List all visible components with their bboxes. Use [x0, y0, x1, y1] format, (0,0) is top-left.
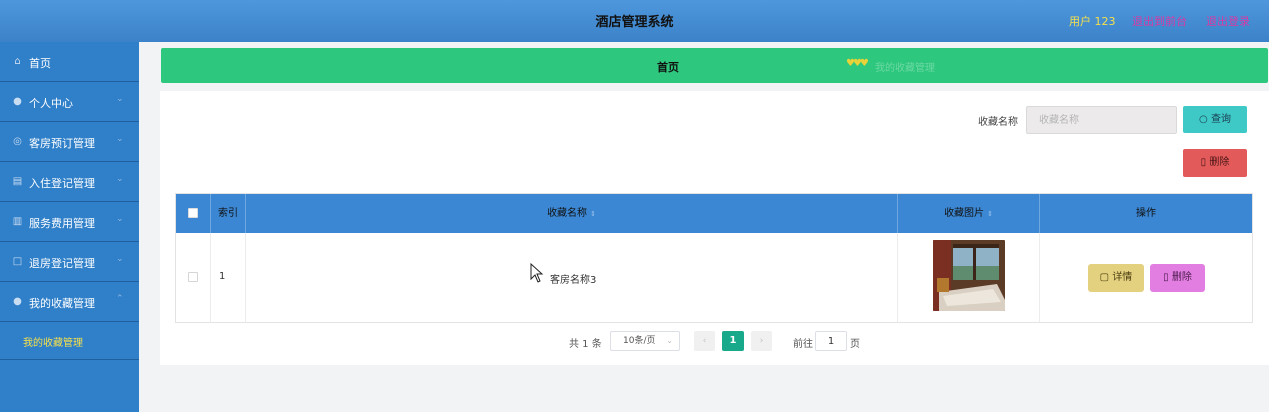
chevron-down-icon: ⌄ — [666, 336, 673, 345]
trash-icon: ▯ — [1200, 157, 1207, 168]
pager-total: 共 1 条 — [569, 339, 602, 350]
sidebar-subitem-favorites[interactable]: 我的收藏管理 — [23, 334, 83, 349]
row-delete-button[interactable]: ▯ 删除 — [1150, 264, 1205, 292]
chevron-down-icon: ⌄ — [116, 134, 124, 144]
column-image-label: 收藏图片 — [944, 208, 985, 219]
breadcrumb-current: 我的收藏管理 — [875, 63, 935, 74]
page-suffix: 页 — [850, 339, 860, 350]
search-label: 收藏名称 — [978, 117, 1018, 128]
chevron-down-icon: ⌄ — [116, 174, 124, 184]
chevron-up-icon: ⌃ — [116, 294, 124, 304]
home-icon: ⌂ — [14, 56, 21, 67]
sidebar-item-room-booking[interactable]: ◎ 客房预订管理 ⌄ — [0, 122, 139, 162]
user-icon: ● — [13, 296, 22, 307]
page-size-value: 10条/页 — [623, 336, 656, 346]
sidebar-item-label: 我的收藏管理 — [29, 297, 95, 310]
chevron-right-icon: › — [759, 336, 764, 346]
sort-icon: ⇕ — [590, 210, 596, 218]
sidebar-item-favorites[interactable]: ● 我的收藏管理 ⌃ — [0, 282, 139, 322]
sidebar-item-label: 退房登记管理 — [29, 257, 95, 270]
row-delete-button-label: 删除 — [1171, 272, 1192, 283]
sidebar-item-label: 入住登记管理 — [29, 177, 95, 190]
detail-icon: ▢ — [1099, 272, 1110, 283]
search-input[interactable] — [1026, 106, 1177, 134]
table-header: 索引 收藏名称 ⇕ 收藏图片 ⇕ 操作 — [176, 194, 1252, 233]
row-index-cell: 1 — [211, 233, 246, 322]
column-name-label: 收藏名称 — [547, 208, 588, 219]
globe-icon: ◎ — [13, 136, 22, 147]
prev-page-button[interactable]: ‹ — [694, 331, 715, 351]
row-select-cell — [176, 233, 211, 322]
square-icon: □ — [12, 256, 23, 267]
next-page-button[interactable]: › — [751, 331, 772, 351]
chevron-left-icon: ‹ — [702, 336, 707, 346]
column-name[interactable]: 收藏名称 ⇕ — [246, 194, 898, 233]
sidebar-submenu: 我的收藏管理 — [0, 322, 139, 360]
page-size-select[interactable]: 10条/页 ⌄ — [610, 331, 680, 351]
sidebar-item-label: 服务费用管理 — [29, 217, 95, 230]
sidebar-item-label: 首页 — [29, 57, 51, 70]
search-icon: ○ — [1199, 114, 1208, 125]
row-actions-cell: ▢ 详情 ▯ 删除 — [1040, 233, 1252, 322]
chevron-down-icon: ⌄ — [116, 254, 124, 264]
row-image-cell — [898, 233, 1040, 322]
sidebar-item-label: 客房预订管理 — [29, 137, 95, 150]
current-user: 用户 123 — [1069, 15, 1116, 28]
column-actions: 操作 — [1040, 194, 1252, 233]
sidebar-item-service-fee[interactable]: ▥ 服务费用管理 ⌄ — [0, 202, 139, 242]
goto-page-input[interactable] — [815, 331, 847, 351]
sidebar-item-checkin[interactable]: ▤ 入住登记管理 ⌄ — [0, 162, 139, 202]
user-icon: ● — [13, 96, 22, 107]
column-index-label: 索引 — [218, 208, 238, 219]
detail-button-label: 详情 — [1112, 272, 1133, 283]
page-number-current[interactable]: 1 — [722, 331, 744, 351]
top-bar: 酒店管理系统 用户 123 退出到前台 退出登录 — [0, 0, 1269, 42]
breadcrumb: 首页 ♥♥♥ 我的收藏管理 — [161, 48, 1268, 83]
query-button-label: 查询 — [1210, 114, 1231, 125]
sidebar-item-checkout[interactable]: □ 退房登记管理 ⌄ — [0, 242, 139, 282]
row-checkbox[interactable] — [188, 272, 198, 282]
bar-chart-icon: ▥ — [12, 216, 23, 227]
column-index: 索引 — [211, 194, 246, 233]
logout-link[interactable]: 退出登录 — [1206, 13, 1250, 29]
detail-button[interactable]: ▢ 详情 — [1088, 264, 1144, 292]
chevron-down-icon: ⌄ — [116, 214, 124, 224]
trash-icon: ▯ — [1163, 272, 1169, 283]
query-button[interactable]: ○ 查询 — [1183, 106, 1247, 133]
breadcrumb-home[interactable]: 首页 — [657, 59, 679, 75]
room-thumbnail[interactable] — [933, 240, 1005, 311]
heart-separator-icon: ♥♥♥ — [846, 58, 869, 69]
chevron-down-icon: ⌄ — [116, 94, 124, 104]
delete-button-label: 删除 — [1209, 157, 1230, 168]
row-index: 1 — [219, 271, 226, 282]
select-all-header — [176, 194, 211, 233]
sidebar-item-personal-center[interactable]: ● 个人中心 ⌄ — [0, 82, 139, 122]
sidebar-item-home[interactable]: ⌂ 首页 — [0, 42, 139, 82]
goto-label: 前往 — [793, 339, 813, 350]
document-icon: ▤ — [12, 176, 23, 187]
sidebar-item-label: 个人中心 — [29, 97, 73, 110]
favorites-table: 索引 收藏名称 ⇕ 收藏图片 ⇕ 操作 1 客房名称3 ▢ 详情 ▯ 删除 — [175, 193, 1253, 323]
select-all-checkbox[interactable] — [188, 208, 198, 218]
row-name-cell: 客房名称3 — [246, 233, 898, 322]
delete-button[interactable]: ▯ 删除 — [1183, 149, 1247, 177]
column-actions-label: 操作 — [1136, 208, 1156, 219]
mouse-cursor-icon — [530, 263, 544, 283]
exit-to-front-link[interactable]: 退出到前台 — [1132, 13, 1187, 29]
sort-icon: ⇕ — [987, 210, 993, 218]
column-image[interactable]: 收藏图片 ⇕ — [898, 194, 1040, 233]
row-name: 客房名称3 — [550, 275, 597, 286]
sidebar: ⌂ 首页 ● 个人中心 ⌄ ◎ 客房预订管理 ⌄ ▤ 入住登记管理 ⌄ ▥ 服务… — [0, 42, 139, 412]
